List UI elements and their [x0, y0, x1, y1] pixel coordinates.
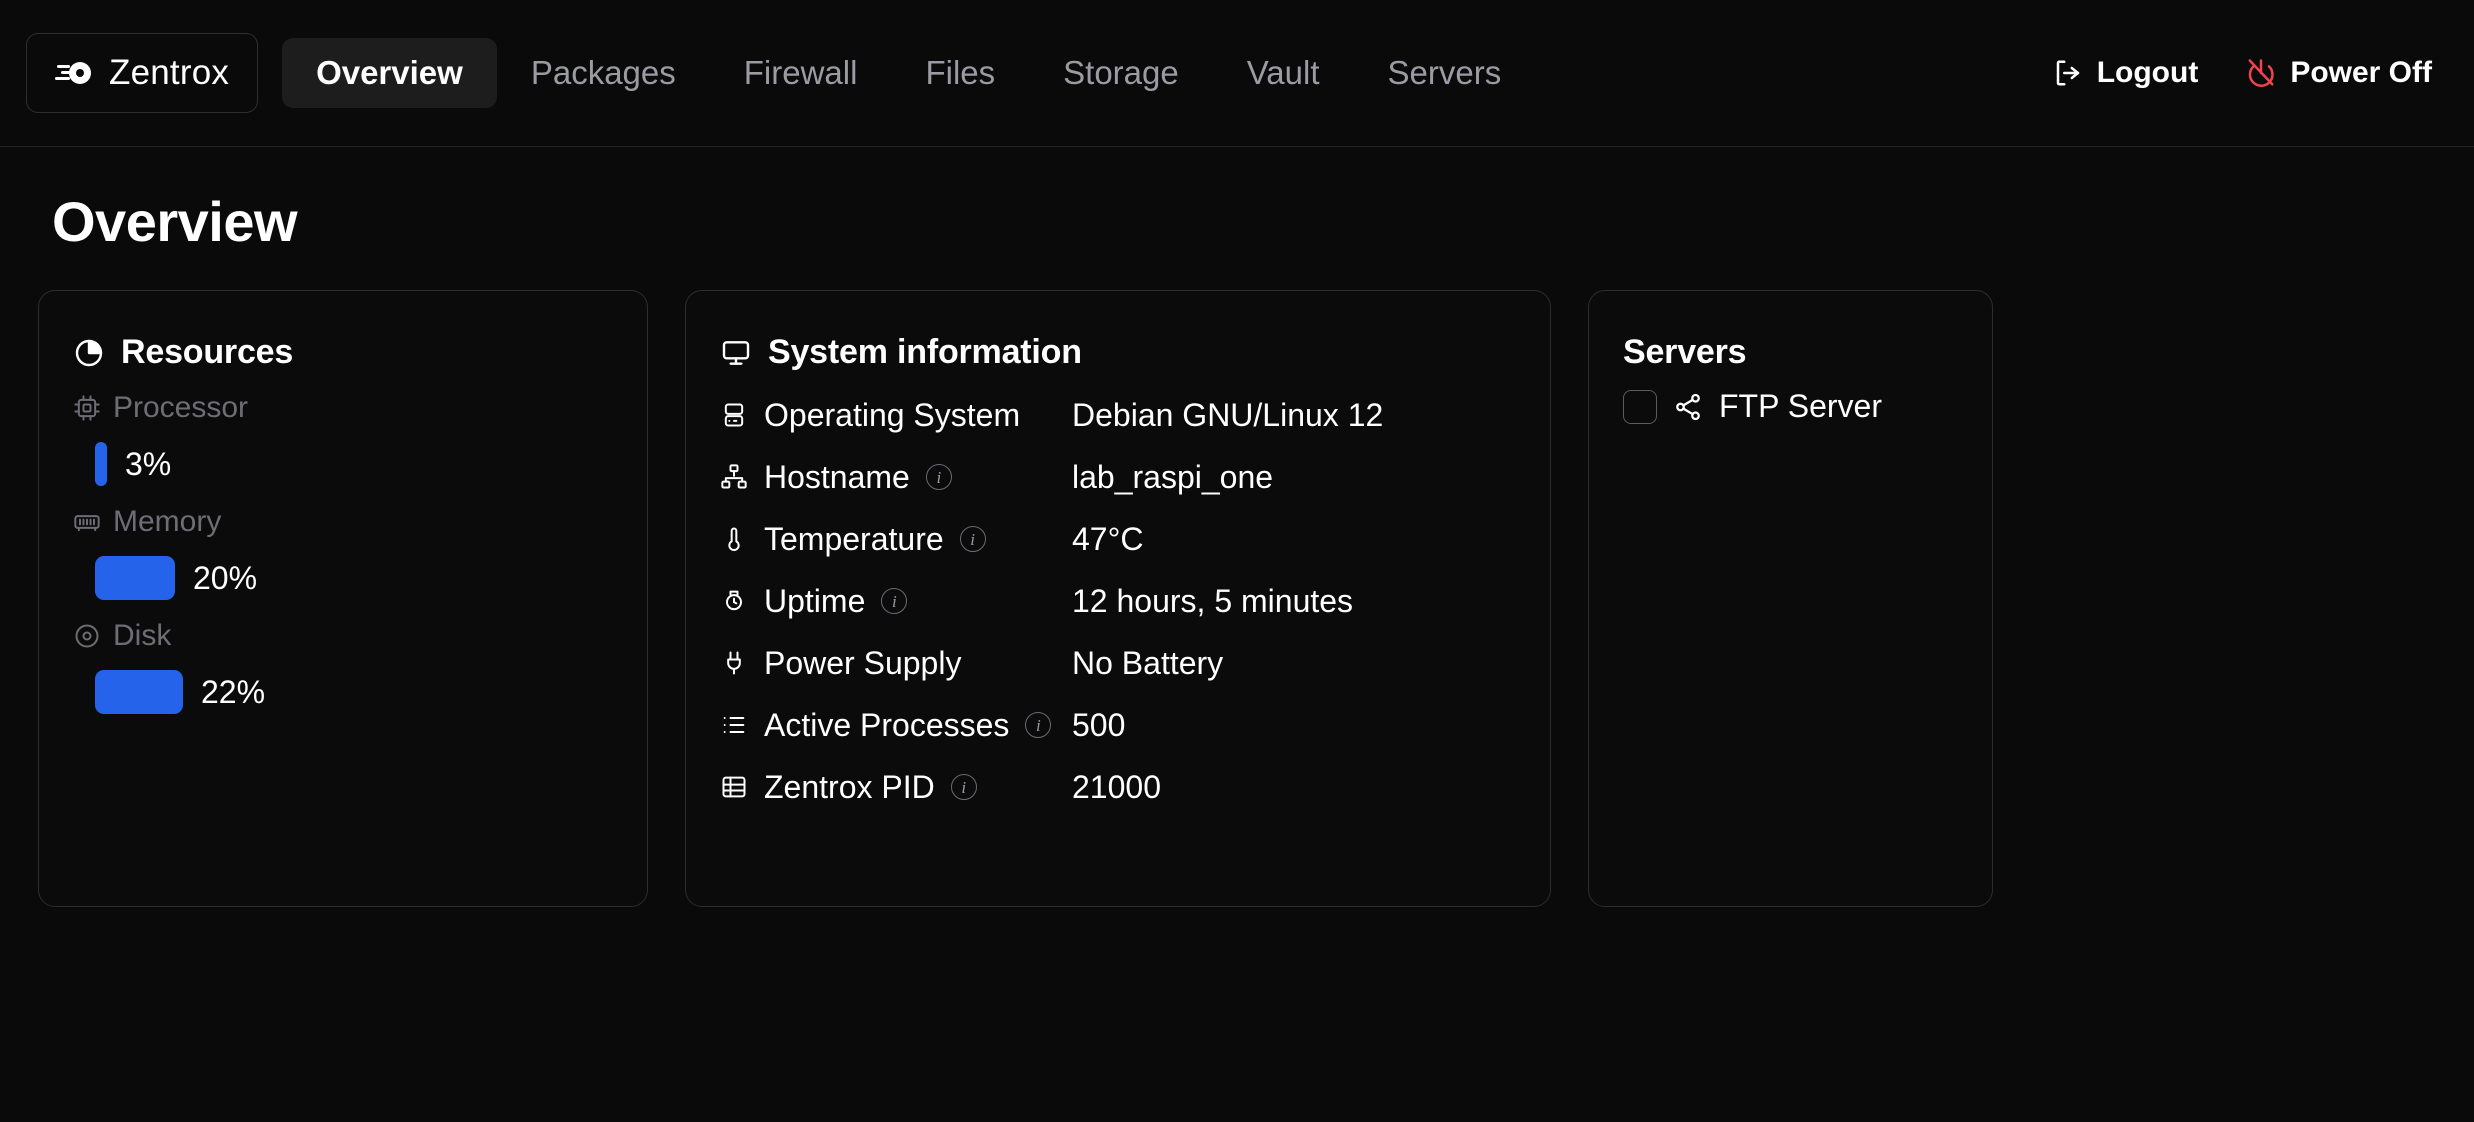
resource-disk-bar-row: 22% [73, 670, 613, 714]
table-icon [720, 773, 748, 801]
memory-icon [73, 508, 101, 536]
sysinfo-row-temperature: Temperature i 47°C [720, 508, 1516, 570]
sysinfo-value-power-supply: No Battery [1072, 644, 1224, 681]
list-icon [720, 711, 748, 739]
power-off-icon [2246, 58, 2276, 88]
resource-disk-bar [95, 670, 183, 714]
sysinfo-label: Temperature [764, 520, 944, 557]
nav-actions: Logout Power Off [2053, 56, 2442, 90]
server-checkbox-ftp[interactable] [1623, 389, 1657, 424]
brand-button[interactable]: Zentrox [26, 33, 259, 113]
sysinfo-label-cell: Operating System [720, 397, 1050, 434]
tab-servers[interactable]: Servers [1354, 38, 1536, 108]
monitor-icon [720, 337, 752, 369]
resource-processor-value: 3% [125, 445, 172, 482]
resource-memory: Memory 20% [73, 500, 613, 600]
tab-overview[interactable]: Overview [282, 38, 497, 108]
resource-memory-label-row: Memory [73, 500, 613, 544]
server-label-ftp: FTP Server [1719, 388, 1882, 424]
resource-processor-bar-row: 3% [73, 442, 613, 486]
resource-processor: Processor 3% [73, 386, 613, 486]
sysinfo-label: Operating System [764, 396, 1021, 433]
page-body: Overview Resources Processor 3% Memory 2… [0, 147, 2474, 907]
resource-processor-bar [95, 442, 107, 486]
info-icon[interactable]: i [925, 464, 952, 490]
resource-memory-label: Memory [113, 505, 222, 538]
share-network-icon [1673, 392, 1703, 422]
sysinfo-row-hostname: Hostname i lab_raspi_one [720, 446, 1516, 508]
power-off-label: Power Off [2290, 56, 2432, 89]
pie-chart-icon [73, 337, 105, 369]
sysinfo-label: Active Processes [764, 706, 1010, 743]
server-icon [720, 401, 748, 429]
tab-packages[interactable]: Packages [497, 38, 710, 108]
power-off-button[interactable]: Power Off [2246, 56, 2432, 90]
sysinfo-label-cell: Active Processes i [720, 706, 1052, 744]
tab-storage[interactable]: Storage [1029, 38, 1213, 108]
page-title: Overview [52, 190, 298, 253]
watch-icon [720, 587, 748, 615]
sysinfo-label: Zentrox PID [764, 768, 935, 805]
info-icon[interactable]: i [950, 774, 977, 800]
tab-firewall[interactable]: Firewall [710, 38, 892, 108]
resource-disk-label-row: Disk [73, 614, 613, 658]
resource-memory-value: 20% [193, 559, 258, 596]
sysinfo-row-operating-system: Operating System Debian GNU/Linux 12 [720, 384, 1516, 446]
sysinfo-label-cell: Hostname i [720, 459, 1050, 496]
sysinfo-label-cell: Uptime i [720, 583, 1050, 620]
resource-memory-bar [95, 556, 175, 600]
sysinfo-value-hostname: lab_raspi_one [1072, 458, 1274, 495]
resources-card: Resources Processor 3% Memory 20% Disk 2… [38, 290, 648, 907]
sysinfo-value-zentrox-pid: 21000 [1072, 768, 1161, 805]
info-icon[interactable]: i [1025, 712, 1052, 738]
sysinfo-row-zentrox-pid: Zentrox PID i 21000 [720, 756, 1516, 818]
sysinfo-label-cell: Zentrox PID i [720, 769, 1050, 806]
logout-icon [2053, 58, 2083, 88]
brand-label: Zentrox [109, 53, 230, 92]
network-icon [720, 463, 748, 491]
cards-row: Resources Processor 3% Memory 20% Disk 2… [38, 290, 2422, 907]
sysinfo-label: Hostname [764, 458, 910, 495]
sysinfo-label: Uptime [764, 582, 866, 619]
resource-disk: Disk 22% [73, 614, 613, 714]
sysinfo-value-active-processes: 500 [1072, 706, 1126, 743]
sysinfo-value-uptime: 12 hours, 5 minutes [1072, 582, 1354, 619]
plug-icon [720, 649, 748, 677]
server-list-item-ftp[interactable]: FTP Server [1623, 388, 1958, 425]
sysinfo-row-active-processes: Active Processes i 500 [720, 694, 1516, 756]
sysinfo-value-temperature: 47°C [1072, 520, 1144, 557]
logout-label: Logout [2096, 56, 2199, 89]
tab-files[interactable]: Files [891, 38, 1029, 108]
resource-memory-bar-row: 20% [73, 556, 613, 600]
servers-card-header: Servers [1623, 333, 1958, 372]
resource-disk-value: 22% [201, 673, 266, 710]
sysinfo-row-uptime: Uptime i 12 hours, 5 minutes [720, 570, 1516, 632]
cpu-icon [73, 394, 101, 422]
disk-icon [73, 622, 101, 650]
sysinfo-value-operating-system: Debian GNU/Linux 12 [1072, 396, 1384, 433]
nav-tabs: Overview Packages Firewall Files Storage… [282, 38, 1535, 108]
resources-title: Resources [121, 333, 294, 371]
logout-button[interactable]: Logout [2053, 56, 2199, 90]
resource-processor-label: Processor [113, 391, 249, 424]
sysinfo-label: Power Supply [764, 644, 962, 681]
thermometer-icon [720, 525, 748, 553]
resources-card-header: Resources [73, 333, 613, 372]
tab-vault[interactable]: Vault [1213, 38, 1354, 108]
sysinfo-label-cell: Temperature i [720, 521, 1050, 558]
resource-disk-label: Disk [113, 619, 172, 652]
info-icon[interactable]: i [959, 526, 986, 552]
servers-title: Servers [1623, 333, 1747, 371]
top-navbar: Zentrox Overview Packages Firewall Files… [0, 0, 2474, 147]
info-icon[interactable]: i [881, 588, 908, 614]
system-information-card: System information Operating System Debi… [685, 290, 1551, 907]
zentrox-disc-logo-icon [55, 58, 93, 88]
sysinfo-row-power-supply: Power Supply No Battery [720, 632, 1516, 694]
servers-card: Servers FTP Server [1588, 290, 1993, 907]
sysinfo-label-cell: Power Supply [720, 645, 1050, 682]
system-information-card-header: System information [720, 333, 1516, 372]
system-information-table: Operating System Debian GNU/Linux 12 Hos… [720, 384, 1516, 818]
resource-processor-label-row: Processor [73, 386, 613, 430]
system-information-title: System information [768, 333, 1082, 371]
